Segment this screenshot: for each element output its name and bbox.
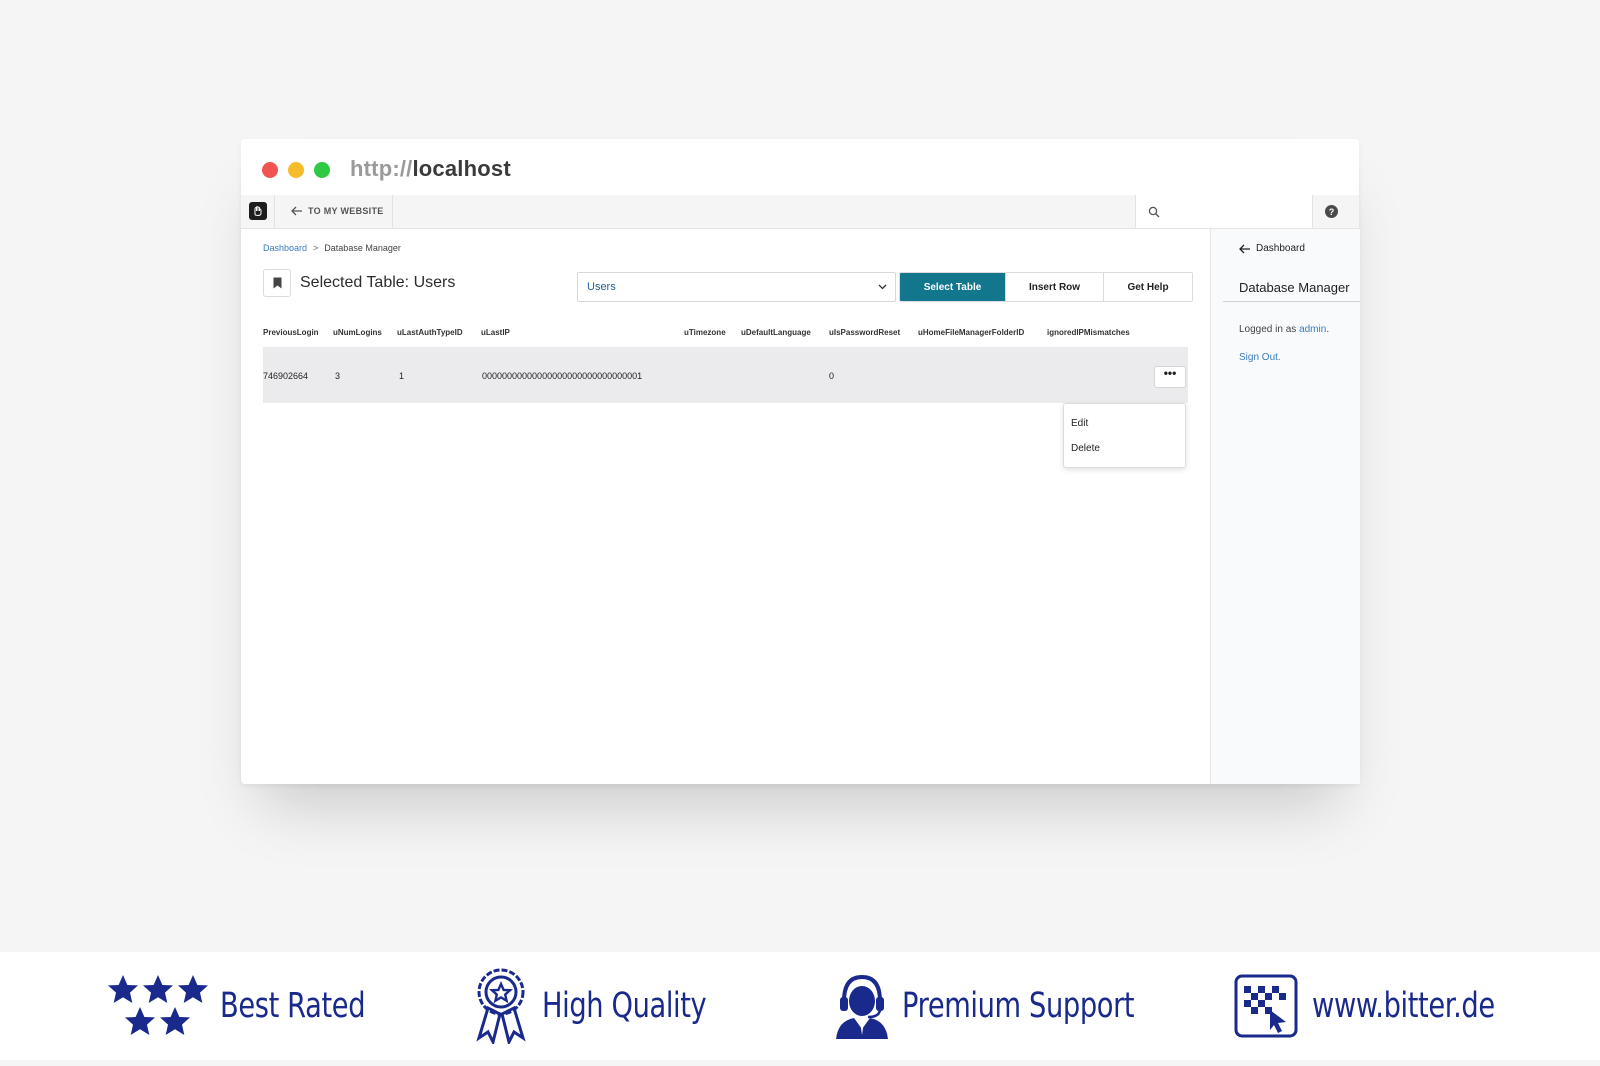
breadcrumb: Dashboard > Database Manager	[263, 243, 401, 253]
breadcrumb-current: Database Manager	[324, 243, 401, 253]
address-bar[interactable]: http://localhost	[350, 156, 511, 182]
url-host: localhost	[412, 156, 511, 181]
menu-item-edit[interactable]: Edit	[1071, 418, 1088, 429]
toolbar-divider	[274, 195, 275, 228]
badge-best-rated: Best Rated	[106, 975, 406, 1036]
table-select[interactable]: Users	[577, 272, 896, 302]
sign-out-link[interactable]: Sign Out.	[1239, 352, 1281, 363]
badge-premium-support: Premium Support	[834, 974, 1200, 1039]
bookmark-icon	[273, 277, 281, 289]
action-button-group: Select Table Insert Row Get Help	[899, 272, 1193, 302]
column-header[interactable]: ignoredIPMismatches	[1047, 328, 1130, 337]
badge-high-quality-label: High Quality	[542, 986, 707, 1026]
browser-titlebar: http://localhost	[241, 139, 1359, 196]
search-icon	[1148, 206, 1160, 218]
dashboard-back-label: Dashboard	[1256, 243, 1305, 254]
cell-last-ip: 00000000000000000000000000000001	[482, 371, 643, 381]
browser-window: http://localhost TO MY WEBSITE ? Dashboa…	[241, 139, 1360, 784]
page-title: Selected Table: Users	[300, 274, 456, 291]
logged-in-prefix: Logged in as	[1239, 324, 1297, 335]
logged-in-text: Logged in as admin.	[1239, 324, 1329, 335]
minimize-window-button[interactable]	[288, 162, 304, 178]
cms-toolbar: TO MY WEBSITE ?	[241, 195, 1359, 229]
badge-premium-support-label: Premium Support	[902, 986, 1135, 1026]
stars-icon	[108, 975, 208, 1035]
column-header[interactable]: uIsPasswordReset	[829, 328, 900, 337]
column-header[interactable]: PreviousLogin	[263, 328, 319, 337]
row-actions-menu: Edit Delete	[1063, 403, 1186, 468]
menu-item-delete[interactable]: Delete	[1071, 443, 1100, 454]
close-window-button[interactable]	[262, 162, 278, 178]
chevron-down-icon	[878, 284, 887, 290]
column-header[interactable]: uLastAuthTypeID	[397, 328, 463, 337]
cell-previous-login: 746902664	[263, 371, 309, 381]
arrow-left-icon	[291, 206, 302, 216]
main-content: Dashboard > Database Manager Selected Tabl…	[241, 229, 1210, 784]
select-table-button[interactable]: Select Table	[900, 273, 1005, 301]
cell-is-password-reset: 0	[829, 371, 835, 381]
table-header-row: PreviousLogin uNumLogins uLastAuthTypeID…	[263, 328, 1188, 342]
breadcrumb-separator: >	[313, 243, 319, 253]
table-row[interactable]: 746902664 3 1 00000000000000000000000000…	[263, 347, 1188, 403]
support-agent-icon	[836, 974, 888, 1039]
to-my-website-label: TO MY WEBSITE	[308, 206, 384, 216]
toolbar-search-input[interactable]	[1135, 195, 1313, 228]
badge-high-quality: High Quality	[474, 968, 753, 1044]
column-header[interactable]: uDefaultLanguage	[741, 328, 811, 337]
to-my-website-link[interactable]: TO MY WEBSITE	[291, 206, 384, 216]
arrow-left-icon	[1239, 244, 1250, 253]
help-icon[interactable]: ?	[1325, 205, 1338, 218]
panel-divider	[1223, 301, 1360, 302]
breadcrumb-dashboard-link[interactable]: Dashboard	[263, 243, 307, 253]
logged-in-suffix: .	[1326, 324, 1330, 335]
get-help-button[interactable]: Get Help	[1103, 273, 1192, 301]
row-actions-button[interactable]: •••	[1154, 366, 1186, 388]
award-ribbon-icon	[476, 968, 526, 1044]
badge-best-rated-label: Best Rated	[220, 986, 366, 1026]
cell-num-logins: 3	[335, 371, 341, 381]
column-header[interactable]: uLastIP	[481, 328, 510, 337]
url-protocol: http://	[350, 156, 413, 181]
bitter-logo-icon	[1234, 974, 1298, 1038]
column-header[interactable]: uNumLogins	[333, 328, 382, 337]
bookmark-button[interactable]	[263, 269, 291, 297]
table-select-value: Users	[587, 281, 616, 293]
column-header[interactable]: uTimezone	[684, 328, 726, 337]
column-header[interactable]: uHomeFileManagerFolderID	[918, 328, 1024, 337]
insert-row-button[interactable]: Insert Row	[1005, 273, 1103, 301]
username-link[interactable]: admin	[1299, 324, 1326, 335]
right-panel: Dashboard Database Manager Logged in as …	[1210, 229, 1360, 784]
badge-website-label: www.bitter.de	[1312, 986, 1495, 1026]
badge-website: www.bitter.de	[1234, 974, 1546, 1038]
toolbar-divider	[392, 195, 393, 228]
cell-last-auth-type: 1	[399, 371, 405, 381]
panel-title[interactable]: Database Manager	[1239, 280, 1350, 295]
concrete-logo-icon[interactable]	[249, 202, 267, 220]
dashboard-back-link[interactable]: Dashboard	[1239, 243, 1305, 254]
badge-strip: Best Rated High Quality Premium Support	[0, 952, 1600, 1060]
maximize-window-button[interactable]	[314, 162, 330, 178]
